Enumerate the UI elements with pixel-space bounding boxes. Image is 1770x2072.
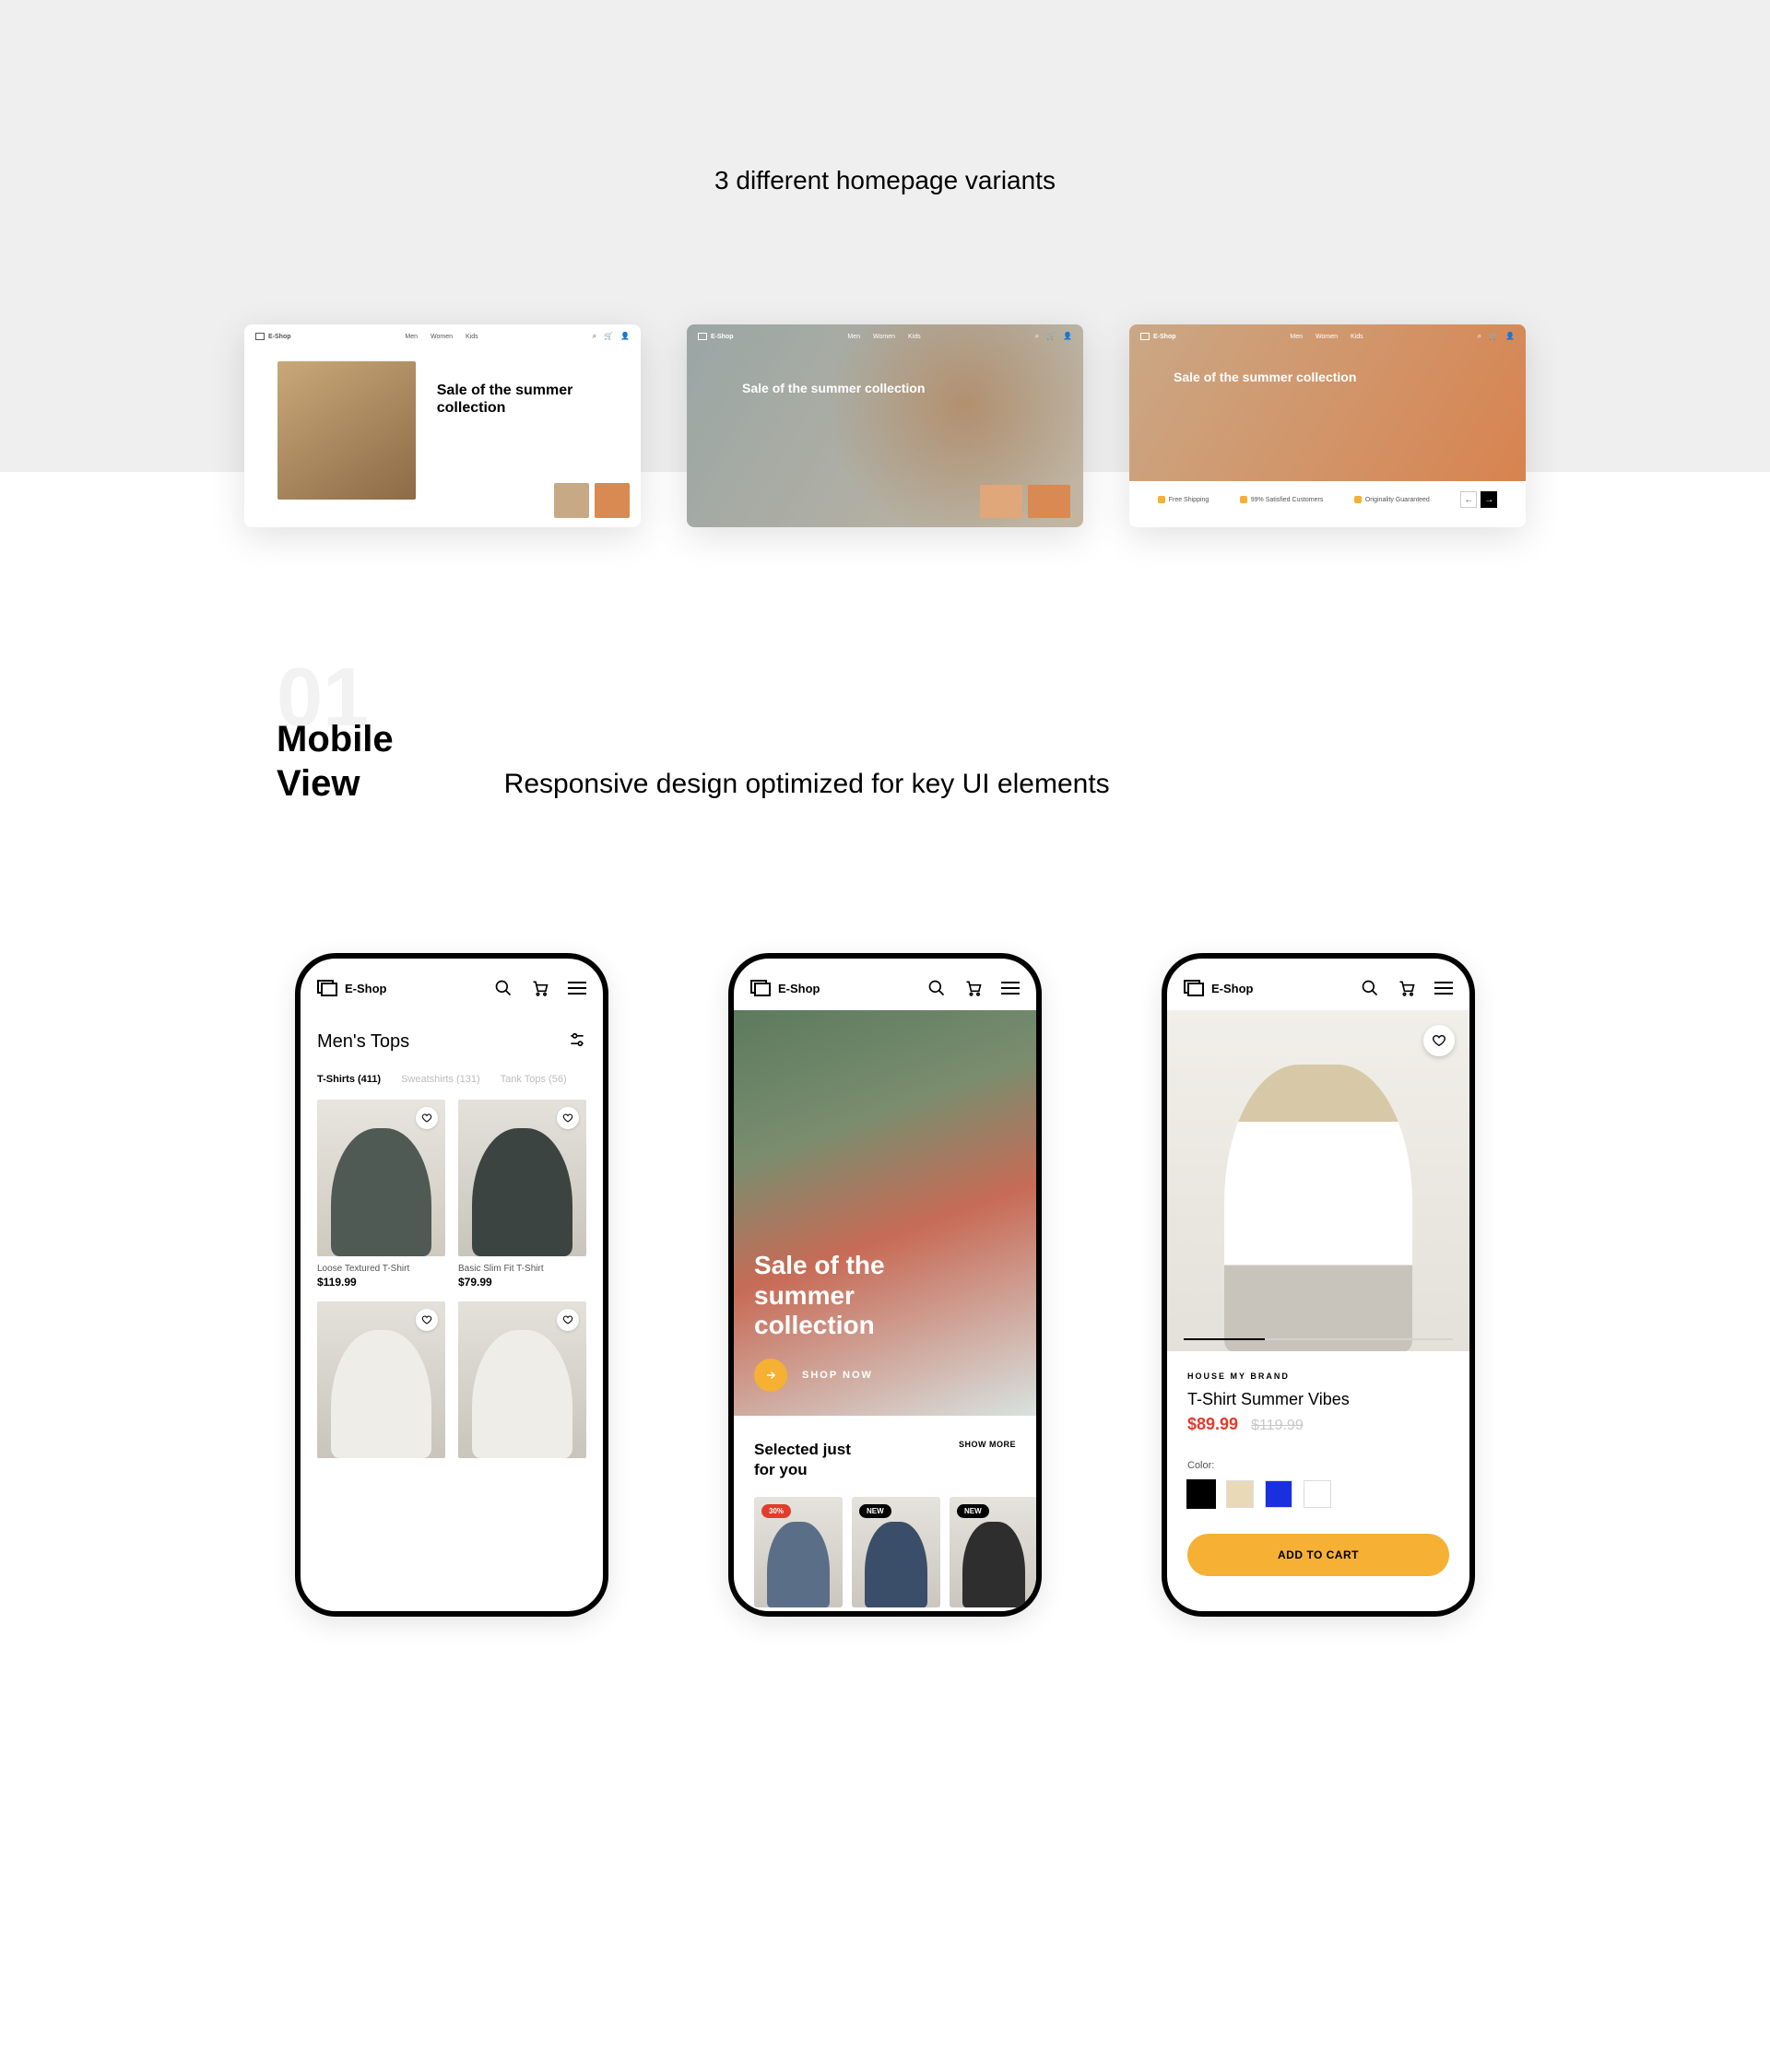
new-badge: NEW xyxy=(957,1504,989,1518)
menu-icon[interactable] xyxy=(1001,982,1020,995)
wishlist-icon[interactable] xyxy=(557,1309,579,1331)
product-price: $119.99 xyxy=(317,1276,445,1289)
variant-logo: E-Shop xyxy=(268,334,291,340)
discount-badge: 30% xyxy=(761,1504,791,1518)
selected-title: Selected justfor you xyxy=(754,1440,851,1480)
cart-icon: 🛒 xyxy=(604,332,613,341)
section-heading: MobileView xyxy=(277,717,394,806)
swatch-blue[interactable] xyxy=(1265,1480,1292,1508)
swatch-black[interactable] xyxy=(1187,1480,1215,1508)
variant-logo: E-Shop xyxy=(711,334,734,340)
arrow-right-icon xyxy=(754,1359,787,1392)
cart-icon: 🛒 xyxy=(1489,332,1498,341)
search-icon: ⌕ xyxy=(1035,332,1039,341)
logo-icon xyxy=(750,980,771,996)
selected-items-row: 30% NEW NEW xyxy=(734,1489,1036,1607)
product-brand: HOUSE MY BRAND xyxy=(1187,1372,1449,1381)
product-card[interactable] xyxy=(458,1301,586,1458)
variant-card-3[interactable]: E-Shop MenWomenKids ⌕🛒👤 Sale of the summ… xyxy=(1129,324,1526,527)
mobile-logo[interactable]: E-Shop xyxy=(750,980,820,996)
product-image xyxy=(317,1100,445,1256)
cart-icon[interactable] xyxy=(1398,979,1416,997)
product-card[interactable]: NEW xyxy=(950,1497,1036,1607)
cart-icon[interactable] xyxy=(531,979,549,997)
product-old-price: $119.99 xyxy=(1251,1418,1304,1434)
variants-title: 3 different homepage variants xyxy=(0,166,1770,195)
search-icon[interactable] xyxy=(494,979,513,997)
wishlist-icon[interactable] xyxy=(416,1107,438,1129)
phone-mockup-home: E-Shop Sale of thesummercollection SHOP … xyxy=(728,953,1042,1617)
variants-row: E-Shop MenWomenKids ⌕🛒👤 Sale of the summ… xyxy=(0,324,1770,527)
logo-icon xyxy=(317,980,337,996)
hero-title: Sale of thesummercollection xyxy=(754,1251,1016,1340)
product-name: Loose Textured T-Shirt xyxy=(317,1264,445,1274)
mobile-logo[interactable]: E-Shop xyxy=(1184,980,1254,996)
variant-card-2[interactable]: E-Shop MenWomenKids ⌕🛒👤 Sale of the summ… xyxy=(687,324,1083,527)
color-label: Color: xyxy=(1187,1460,1449,1471)
tab-sweatshirts[interactable]: Sweatshirts (131) xyxy=(401,1074,480,1085)
variants-section: 3 different homepage variants E-Shop Men… xyxy=(0,0,1770,472)
prev-arrow-icon[interactable]: ← xyxy=(1460,491,1477,508)
wishlist-icon[interactable] xyxy=(416,1309,438,1331)
product-image xyxy=(317,1301,445,1458)
new-badge: NEW xyxy=(859,1504,891,1518)
next-arrow-icon[interactable]: → xyxy=(1481,491,1497,508)
user-icon: 👤 xyxy=(1063,332,1072,341)
mobile-section: 01 MobileView Responsive design optimize… xyxy=(0,472,1770,1746)
phone-mockup-listing: E-Shop Men's Tops T-Shirts (411) Swe xyxy=(295,953,608,1617)
user-icon: 👤 xyxy=(620,332,630,341)
product-card[interactable]: Basic Slim Fit T-Shirt $79.99 xyxy=(458,1100,586,1289)
product-card[interactable]: 30% xyxy=(754,1497,843,1607)
filter-icon[interactable] xyxy=(568,1030,586,1054)
product-image xyxy=(1224,1065,1411,1351)
swatch-white[interactable] xyxy=(1304,1480,1331,1508)
product-card[interactable]: NEW xyxy=(852,1497,940,1607)
menu-icon[interactable] xyxy=(568,982,586,995)
product-price: $79.99 xyxy=(458,1276,586,1289)
search-icon[interactable] xyxy=(927,979,946,997)
gallery-indicator xyxy=(1184,1338,1453,1340)
category-tabs: T-Shirts (411) Sweatshirts (131) Tank To… xyxy=(301,1063,603,1100)
product-image xyxy=(458,1100,586,1256)
hero-photo xyxy=(277,361,416,500)
hero-title: Sale of the summer collection xyxy=(1174,369,1356,385)
hero-banner: Sale of thesummercollection SHOP NOW xyxy=(734,1010,1036,1416)
menu-icon[interactable] xyxy=(1434,982,1453,995)
product-card[interactable]: Loose Textured T-Shirt $119.99 xyxy=(317,1100,445,1289)
search-icon[interactable] xyxy=(1361,979,1379,997)
hero-title: Sale of the summer collection xyxy=(437,382,615,417)
add-to-cart-button[interactable]: ADD TO CART xyxy=(1187,1534,1449,1576)
wishlist-icon[interactable] xyxy=(1423,1025,1455,1056)
product-name: T-Shirt Summer Vibes xyxy=(1187,1390,1449,1409)
tab-tanktops[interactable]: Tank Tops (56) xyxy=(501,1074,567,1085)
show-more-link[interactable]: SHOW MORE xyxy=(959,1440,1016,1449)
hero-title: Sale of the summer collection xyxy=(742,380,925,396)
product-card[interactable] xyxy=(317,1301,445,1458)
product-name: Basic Slim Fit T-Shirt xyxy=(458,1264,586,1274)
phone-mockup-product: E-Shop HOUSE MY BRAND xyxy=(1162,953,1475,1617)
user-icon: 👤 xyxy=(1505,332,1515,341)
category-title: Men's Tops xyxy=(317,1031,409,1053)
color-swatches xyxy=(1187,1480,1449,1508)
wishlist-icon[interactable] xyxy=(557,1107,579,1129)
cart-icon: 🛒 xyxy=(1046,332,1056,341)
variant-card-1[interactable]: E-Shop MenWomenKids ⌕🛒👤 Sale of the summ… xyxy=(244,324,641,527)
section-subtitle: Responsive design optimized for key UI e… xyxy=(504,769,1493,806)
cart-icon[interactable] xyxy=(964,979,983,997)
feature-bar: Free Shipping 99% Satisfied Customers Or… xyxy=(1129,481,1526,518)
mobile-logo[interactable]: E-Shop xyxy=(317,980,387,996)
search-icon: ⌕ xyxy=(593,332,596,341)
tab-tshirts[interactable]: T-Shirts (411) xyxy=(317,1074,381,1085)
swatch-beige[interactable] xyxy=(1226,1480,1254,1508)
logo-icon xyxy=(1184,980,1204,996)
product-image xyxy=(458,1301,586,1458)
variant-logo: E-Shop xyxy=(1153,334,1176,340)
search-icon: ⌕ xyxy=(1478,332,1481,341)
product-price: $89.99 xyxy=(1187,1415,1238,1434)
product-gallery[interactable] xyxy=(1167,1010,1469,1351)
shop-now-button[interactable]: SHOP NOW xyxy=(754,1359,1016,1392)
